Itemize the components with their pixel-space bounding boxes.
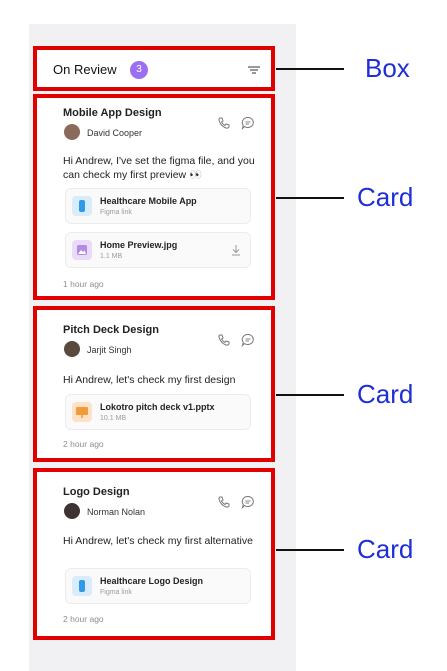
card-title: Logo Design <box>63 486 130 498</box>
person-name: Jarjit Singh <box>87 345 132 355</box>
download-icon[interactable] <box>230 244 242 256</box>
box-annotation: Box <box>365 53 410 83</box>
person-name: Norman Nolan <box>87 507 146 517</box>
count-badge: 3 <box>130 61 148 79</box>
chat-icon[interactable] <box>241 116 255 130</box>
avatar <box>64 341 80 357</box>
review-card[interactable]: Mobile App Design David Cooper Hi Andrew… <box>33 94 275 300</box>
review-card[interactable]: Logo Design Norman Nolan Hi Andrew, let'… <box>33 468 275 640</box>
card-annotation: Card <box>357 182 414 212</box>
figma-icon <box>72 576 92 596</box>
file-meta: Figma link <box>100 209 132 216</box>
avatar <box>64 503 80 519</box>
phone-icon[interactable] <box>217 495 231 509</box>
phone-icon[interactable] <box>217 116 231 130</box>
image-icon <box>72 240 92 260</box>
file-name: Lokotro pitch deck v1.pptx <box>100 402 215 412</box>
file-attachment[interactable]: Home Preview.jpg 1.1 MB <box>65 232 251 268</box>
timestamp: 2 hour ago <box>63 614 104 624</box>
card-message: Hi Andrew, I've set the figma file, and … <box>63 155 255 181</box>
file-name: Healthcare Logo Design <box>100 576 204 586</box>
file-attachment[interactable]: Lokotro pitch deck v1.pptx 10.1 MB <box>65 394 251 430</box>
chat-icon[interactable] <box>241 333 255 347</box>
connector-line <box>276 68 344 70</box>
figma-icon <box>72 196 92 216</box>
chat-icon[interactable] <box>241 495 255 509</box>
file-meta: 1.1 MB <box>100 253 123 260</box>
connector-line <box>276 394 344 396</box>
phone-icon[interactable] <box>217 333 231 347</box>
timestamp: 1 hour ago <box>63 279 104 289</box>
card-annotation: Card <box>357 379 414 409</box>
file-name: Healthcare Mobile App <box>100 196 197 206</box>
card-annotation: Card <box>357 534 414 564</box>
card-title: Mobile App Design <box>63 107 162 119</box>
file-meta: 10.1 MB <box>100 415 127 422</box>
review-card[interactable]: Pitch Deck Design Jarjit Singh Hi Andrew… <box>33 306 275 462</box>
connector-line <box>276 549 344 551</box>
card-message: Hi Andrew, let's check my first alternat… <box>63 535 253 547</box>
card-title: Pitch Deck Design <box>63 324 159 336</box>
file-attachment[interactable]: Healthcare Logo Design Figma link <box>65 568 251 604</box>
file-attachment[interactable]: Healthcare Mobile App Figma link <box>65 188 251 224</box>
card-message: Hi Andrew, let's check my first design <box>63 374 236 386</box>
avatar <box>64 124 80 140</box>
filter-icon[interactable] <box>247 63 261 77</box>
header-box: On Review 3 <box>33 46 275 91</box>
timestamp: 2 hour ago <box>63 439 104 449</box>
file-name: Home Preview.jpg <box>100 240 178 250</box>
connector-line <box>276 197 344 199</box>
person-name: David Cooper <box>87 128 143 138</box>
file-meta: Figma link <box>100 589 132 596</box>
header-title: On Review <box>53 62 117 77</box>
presentation-icon <box>72 402 92 422</box>
